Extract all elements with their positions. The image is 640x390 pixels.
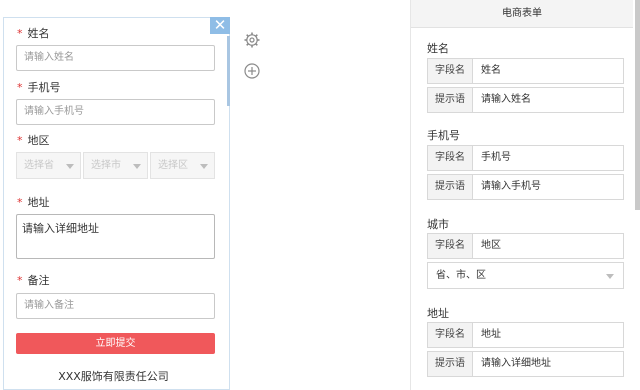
field-key-label: 字段名 <box>428 59 473 83</box>
region-label: * 地区 <box>17 134 50 147</box>
chevron-down-icon <box>200 164 208 169</box>
field-name-row[interactable]: 字段名 地区 <box>427 233 624 259</box>
close-icon[interactable]: ✕ <box>210 17 230 34</box>
field-value[interactable]: 地区 <box>481 234 501 258</box>
district-select[interactable]: 选择区 <box>150 152 215 179</box>
hint-row[interactable]: 提示语 请输入手机号 <box>427 174 624 200</box>
field-value[interactable]: 姓名 <box>481 59 501 83</box>
chevron-down-icon <box>133 164 141 169</box>
phone-label: * 手机号 <box>17 81 61 94</box>
group-title-address: 地址 <box>427 307 449 320</box>
field-name-row[interactable]: 字段名 姓名 <box>427 58 624 84</box>
region-format-select[interactable]: 省、市、区 <box>427 262 624 289</box>
required-mark: * <box>17 134 23 147</box>
hint-value[interactable]: 请输入详细地址 <box>481 352 551 376</box>
phone-input[interactable]: 请输入手机号 <box>16 99 215 125</box>
editor-title: 电商表单 <box>411 0 633 28</box>
field-key-label: 字段名 <box>428 146 473 170</box>
form-editor-panel: 电商表单 姓名 字段名 姓名 提示语 请输入姓名 手机号 字段名 手机号 提示语… <box>410 0 640 390</box>
field-name-row[interactable]: 字段名 手机号 <box>427 145 624 171</box>
note-label: * 备注 <box>17 274 50 287</box>
address-label: * 地址 <box>17 196 50 209</box>
hint-row[interactable]: 提示语 请输入详细地址 <box>427 351 624 377</box>
field-value[interactable]: 地址 <box>481 323 501 347</box>
group-title-city: 城市 <box>427 218 449 231</box>
required-mark: * <box>17 27 23 40</box>
hint-key-label: 提示语 <box>428 352 473 376</box>
hint-value[interactable]: 请输入手机号 <box>481 175 541 199</box>
company-name: XXX服饰有限责任公司 <box>58 370 169 383</box>
gear-icon[interactable] <box>243 31 261 49</box>
required-mark: * <box>17 274 23 287</box>
field-key-label: 字段名 <box>428 323 473 347</box>
hint-key-label: 提示语 <box>428 175 473 199</box>
hint-row[interactable]: 提示语 请输入姓名 <box>427 87 624 113</box>
group-title-phone: 手机号 <box>427 129 460 142</box>
hint-value[interactable]: 请输入姓名 <box>481 88 531 112</box>
name-input[interactable]: 请输入姓名 <box>16 45 215 71</box>
field-name-row[interactable]: 字段名 地址 <box>427 322 624 348</box>
preview-scrollbar[interactable] <box>227 36 230 106</box>
address-textarea[interactable]: 请输入详细地址 <box>16 214 215 259</box>
province-select[interactable]: 选择省 <box>16 152 81 179</box>
chevron-down-icon <box>66 164 74 169</box>
required-mark: * <box>17 81 23 94</box>
required-mark: * <box>17 196 23 209</box>
note-input[interactable]: 请输入备注 <box>16 293 215 319</box>
name-label: * 姓名 <box>17 27 50 40</box>
chevron-down-icon <box>606 274 614 279</box>
field-key-label: 字段名 <box>428 234 473 258</box>
plus-circle-icon[interactable] <box>243 62 261 80</box>
editor-scrollbar[interactable] <box>635 0 640 210</box>
submit-button[interactable]: 立即提交 <box>16 333 215 354</box>
group-title-name: 姓名 <box>427 42 449 55</box>
city-select[interactable]: 选择市 <box>83 152 148 179</box>
field-value[interactable]: 手机号 <box>481 146 511 170</box>
hint-key-label: 提示语 <box>428 88 473 112</box>
